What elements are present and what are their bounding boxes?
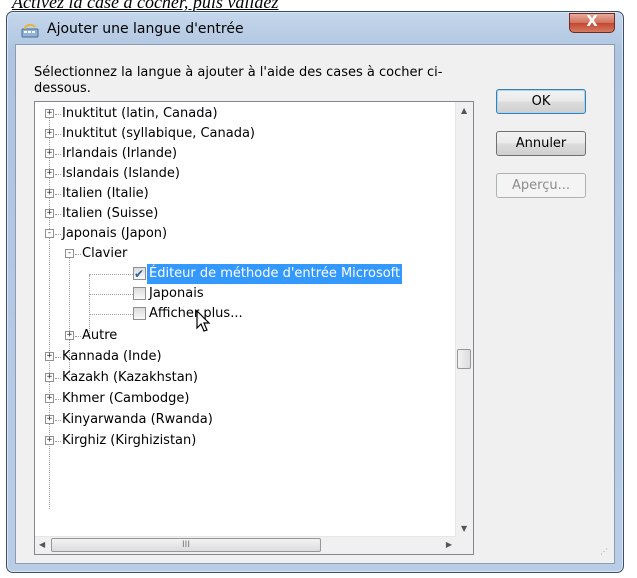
expand-icon[interactable]: + (45, 415, 54, 424)
expand-icon[interactable]: + (45, 352, 54, 361)
tree-connector (55, 420, 61, 421)
scroll-corner (456, 537, 473, 554)
grip-icon: III (182, 540, 190, 550)
tree-connector (55, 357, 61, 358)
expand-icon[interactable]: + (45, 394, 54, 403)
expand-icon[interactable]: + (45, 373, 54, 382)
title-bar[interactable]: Ajouter une langue d'entrée X (7, 12, 623, 44)
tree-item-label: Éditeur de méthode d'entrée Microsoft (147, 264, 403, 284)
tree-item-label: Kinyarwanda (Rwanda) (62, 412, 213, 427)
tree-connector (55, 399, 61, 400)
tree-item-label: Kirghiz (Kirghizistan) (62, 433, 197, 448)
show-more-checkbox[interactable] (133, 307, 146, 320)
tree-item-label: Kazakh (Kazakhstan) (62, 370, 198, 385)
expand-icon[interactable]: + (45, 209, 54, 218)
tree-connector (55, 214, 61, 215)
vertical-scroll-thumb[interactable] (457, 349, 471, 369)
tree-item-label: Italien (Suisse) (62, 206, 159, 221)
expand-icon[interactable]: + (45, 149, 54, 158)
close-icon: X (586, 12, 598, 30)
expand-icon[interactable]: + (45, 436, 54, 445)
tree-item-label: Inuktitut (syllabique, Canada) (62, 126, 256, 141)
language-tree[interactable]: + Inuktitut (latin, Canada) + Inuktitut … (34, 101, 474, 555)
expand-icon[interactable]: + (45, 129, 54, 138)
expand-icon[interactable]: + (65, 331, 74, 340)
japanese-checkbox[interactable] (133, 287, 146, 300)
keyboard-icon (21, 23, 39, 38)
resize-grip-icon[interactable]: ⋰ (600, 548, 612, 561)
scroll-right-icon[interactable]: ▶ (446, 540, 452, 549)
tree-item-label: Khmer (Cambodge) (62, 391, 190, 406)
instructions-text: Sélectionnez la langue à ajouter à l'aid… (34, 65, 443, 96)
tree-connector (55, 441, 61, 442)
tree-item-label: Irlandais (Irlande) (62, 146, 178, 161)
expand-icon[interactable]: + (45, 189, 54, 198)
tree-connector (89, 294, 133, 295)
scroll-left-icon[interactable]: ◀ (39, 540, 45, 549)
expand-icon[interactable]: + (45, 109, 54, 118)
tree-connector (89, 314, 133, 315)
tree-connector (55, 234, 61, 235)
collapse-icon[interactable]: - (45, 229, 54, 238)
collapse-icon[interactable]: - (65, 249, 74, 258)
preview-button[interactable]: Aperçu... (496, 173, 586, 198)
ime-checkbox[interactable] (133, 264, 146, 284)
tree-item-label: Japonais (149, 286, 204, 301)
tree-connector (55, 114, 61, 115)
horizontal-scroll-thumb[interactable]: III (51, 538, 321, 552)
dialog-body: Sélectionnez la langue à ajouter à l'aid… (15, 44, 615, 564)
dialog-title: Ajouter une langue d'entrée (47, 21, 244, 37)
tree-item-label: Kannada (Inde) (62, 349, 162, 364)
tree-connector (55, 174, 61, 175)
tree-item-label: Japonais (Japon) (62, 226, 168, 241)
tree-item-label: Islandais (Islande) (62, 166, 180, 181)
vertical-scrollbar[interactable]: ▲ ▼ (455, 102, 473, 537)
mouse-cursor-icon (196, 310, 211, 332)
add-input-language-dialog: Ajouter une langue d'entrée X Sélectionn… (6, 11, 624, 573)
tree-item-label: Autre (82, 328, 118, 343)
ok-button[interactable]: OK (496, 89, 586, 114)
expand-icon[interactable]: + (45, 169, 54, 178)
tree-item-label: Clavier (82, 246, 128, 261)
tree-connector (75, 254, 81, 255)
scroll-down-icon[interactable]: ▼ (461, 524, 467, 533)
tree-item-label: Inuktitut (latin, Canada) (62, 106, 218, 121)
scroll-up-icon[interactable]: ▲ (461, 106, 467, 115)
tree-connector (75, 336, 81, 337)
cancel-button[interactable]: Annuler (496, 131, 586, 156)
tree-connector (55, 194, 61, 195)
tree-connector (89, 274, 133, 275)
tree-item-label: Italien (Italie) (62, 186, 149, 201)
tree-connector (55, 378, 61, 379)
tree-connector (55, 154, 61, 155)
horizontal-scrollbar[interactable]: ◀ III ▶ (35, 536, 456, 554)
tree-connector (55, 134, 61, 135)
close-button[interactable]: X (569, 12, 615, 33)
